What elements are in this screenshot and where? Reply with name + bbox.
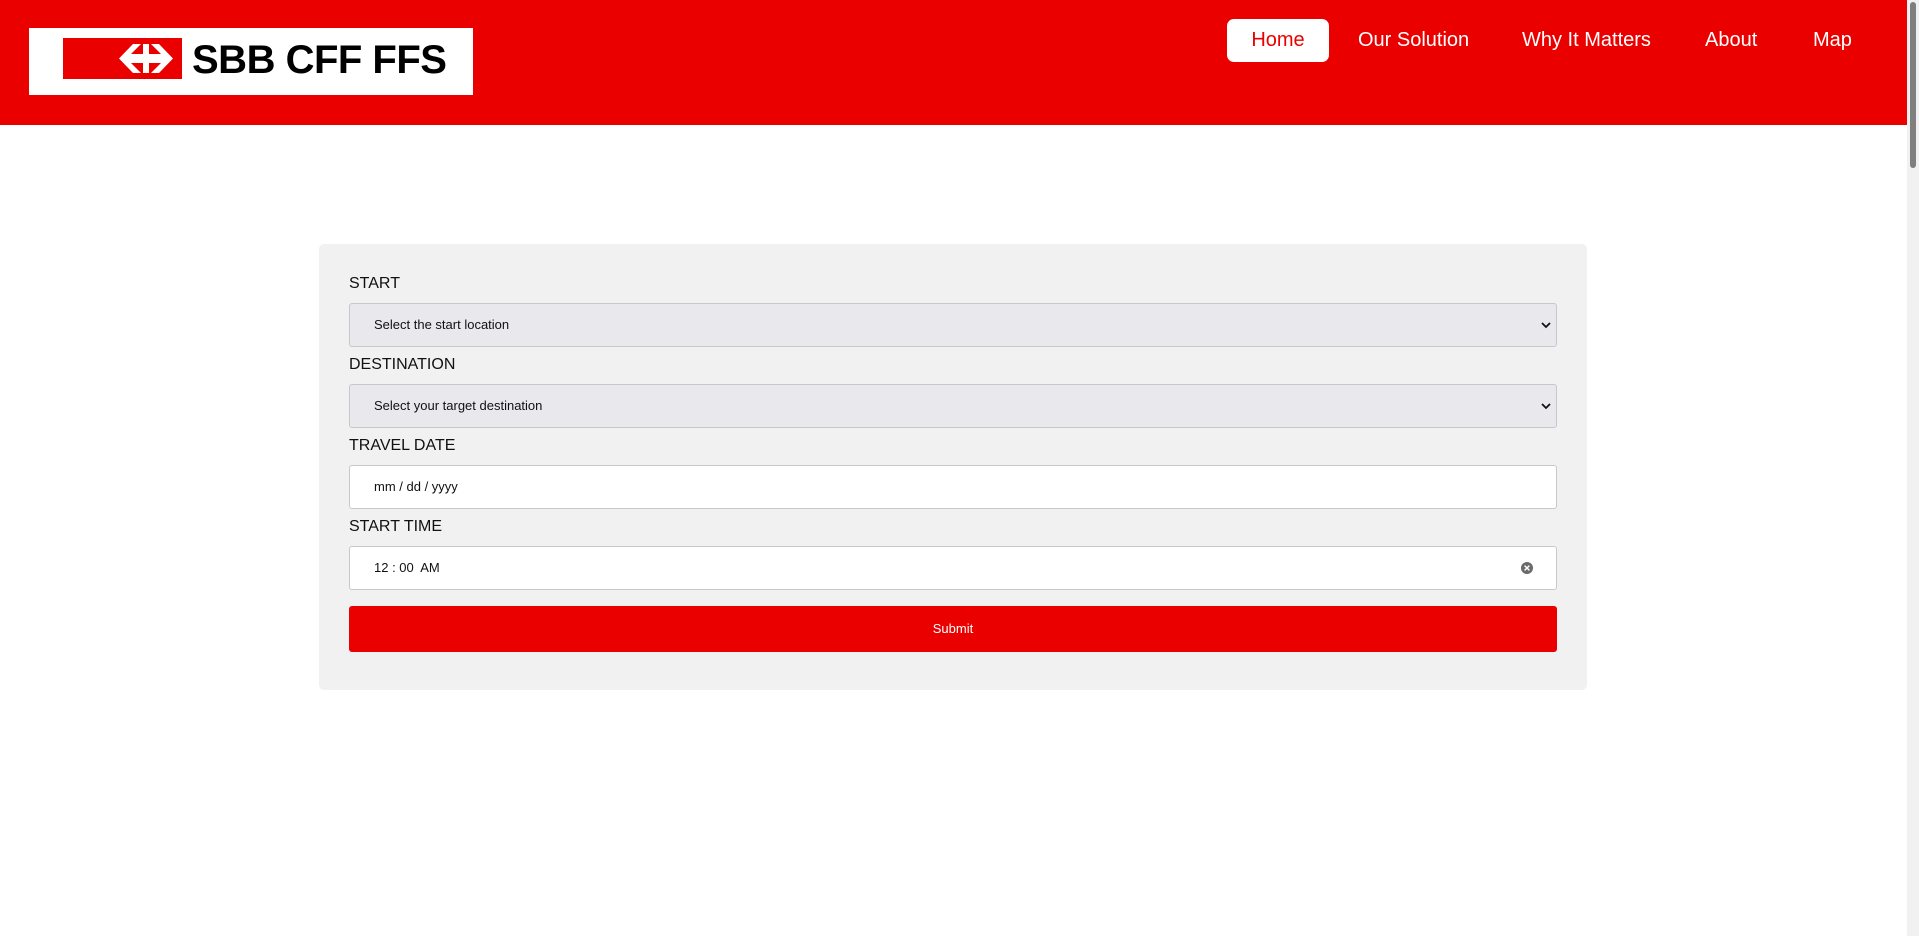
nav-item-why-it-matters[interactable]: Why It Matters <box>1522 19 1651 62</box>
site-header: SBB CFF FFS Home Our Solution Why It Mat… <box>0 0 1907 125</box>
logo-flag <box>63 38 182 79</box>
start-time-label: START TIME <box>349 518 443 535</box>
start-time-input[interactable]: 12 : 00 AM <box>349 546 1557 590</box>
start-time-value: 12 : 00 AM <box>374 560 440 575</box>
brand-logo[interactable]: SBB CFF FFS <box>29 28 473 95</box>
travel-date-label: TRAVEL DATE <box>349 437 456 454</box>
destination-value: Select your target destination <box>374 398 543 413</box>
chevron-down-icon <box>1541 403 1551 410</box>
nav-item-map[interactable]: Map <box>1813 19 1852 62</box>
start-location-select[interactable]: Select the start location <box>349 303 1557 347</box>
submit-button[interactable]: Submit <box>349 606 1557 652</box>
journey-form: START Select the start location DESTINAT… <box>319 244 1587 690</box>
start-location-value: Select the start location <box>374 317 510 332</box>
sbb-double-arrow-icon <box>119 44 173 73</box>
chevron-down-icon <box>1541 322 1551 329</box>
travel-date-value: mm / dd / yyyy <box>374 479 458 494</box>
clear-icon[interactable] <box>1520 561 1534 575</box>
scrollbar-thumb[interactable] <box>1910 2 1916 168</box>
travel-date-input[interactable]: mm / dd / yyyy <box>349 465 1557 509</box>
page: SBB CFF FFS Home Our Solution Why It Mat… <box>0 0 1919 936</box>
brand-name: SBB CFF FFS <box>192 38 447 82</box>
nav-item-home[interactable]: Home <box>1227 19 1329 62</box>
nav-item-our-solution[interactable]: Our Solution <box>1358 19 1469 62</box>
destination-select[interactable]: Select your target destination <box>349 384 1557 428</box>
destination-label: DESTINATION <box>349 356 456 373</box>
start-label: START <box>349 275 400 292</box>
nav-item-about[interactable]: About <box>1705 19 1757 62</box>
page-scrollbar[interactable] <box>1907 0 1919 936</box>
